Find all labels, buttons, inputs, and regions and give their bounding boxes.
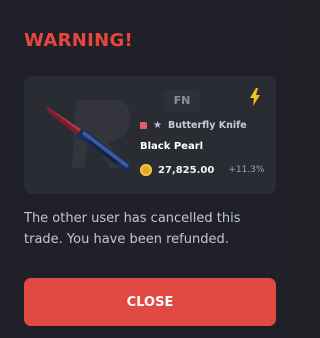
star-icon: ★ — [153, 120, 162, 131]
item-card: FN ★ Butterfly Knife Black Pearl 27,825.… — [24, 76, 276, 194]
close-button[interactable]: CLOSE — [24, 278, 276, 326]
price-change: +11.3% — [228, 165, 265, 175]
weapon-name: Butterfly Knife — [167, 120, 247, 131]
wear-badge: FN — [164, 90, 200, 112]
skin-name: Black Pearl — [140, 141, 204, 152]
modal-title: WARNING! — [24, 30, 134, 51]
knife-image — [46, 100, 132, 172]
lightning-icon — [250, 88, 260, 106]
rarity-indicator — [140, 122, 147, 129]
coin-icon — [140, 164, 152, 176]
price-row: 27,825.00 +11.3% — [140, 164, 264, 176]
refund-message: The other user has cancelled this trade.… — [24, 211, 241, 247]
item-price: 27,825.00 — [158, 164, 215, 176]
trade-cancelled-modal: WARNING! FN ★ Butterfly Knife Black Pear… — [0, 0, 300, 338]
item-name-row: ★ Butterfly Knife — [140, 120, 247, 131]
